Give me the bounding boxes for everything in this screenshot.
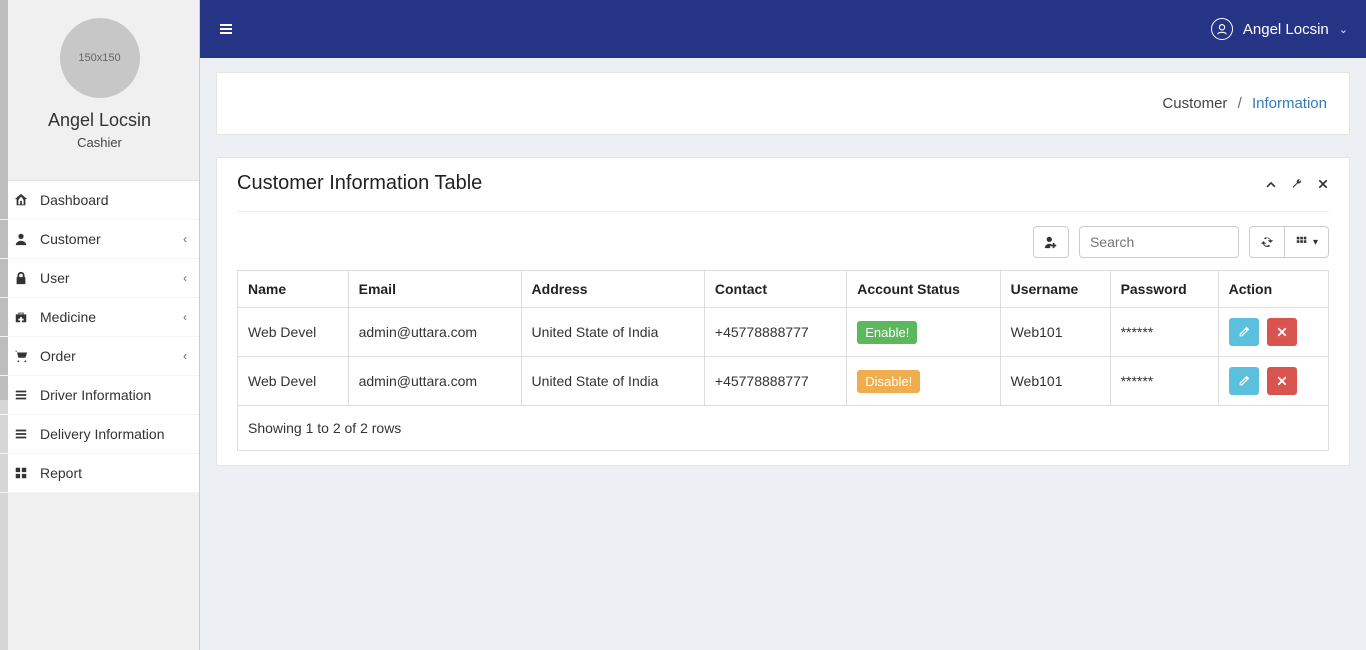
sidebar-item-delivery-information[interactable]: Delivery Information	[0, 415, 199, 454]
cell-username: Web101	[1000, 357, 1110, 406]
status-badge[interactable]: Enable!	[857, 321, 917, 344]
sidebar: 150x150 Angel Locsin Cashier Dashboard C…	[0, 0, 200, 650]
cell-email: admin@uttara.com	[348, 357, 521, 406]
chevron-left-icon: ‹	[183, 232, 187, 246]
sidebar-item-label: User	[40, 270, 70, 286]
columns-button[interactable]: ▾	[1285, 226, 1329, 258]
sidebar-item-label: Order	[40, 348, 76, 364]
table-footer-text: Showing 1 to 2 of 2 rows	[248, 420, 401, 436]
table-row: Web Devel admin@uttara.com United State …	[238, 308, 1329, 357]
person-icon	[14, 232, 32, 246]
col-account-status[interactable]: Account Status	[847, 271, 1000, 308]
sidebar-item-label: Customer	[40, 231, 101, 247]
cell-status: Disable!	[847, 357, 1000, 406]
hamburger-icon[interactable]	[218, 21, 234, 37]
refresh-button[interactable]	[1249, 226, 1285, 258]
chevron-down-icon: ⌄	[1339, 23, 1348, 36]
chevron-left-icon: ‹	[183, 310, 187, 324]
breadcrumb-current[interactable]: Information	[1252, 95, 1327, 112]
cell-address: United State of India	[521, 308, 704, 357]
add-user-button[interactable]	[1033, 226, 1069, 258]
sidebar-item-label: Medicine	[40, 309, 96, 325]
wrench-icon[interactable]	[1291, 178, 1303, 190]
sidebar-item-order[interactable]: Order ‹	[0, 337, 199, 376]
breadcrumb-parent[interactable]: Customer	[1162, 95, 1227, 112]
cell-address: United State of India	[521, 357, 704, 406]
sidebar-item-label: Dashboard	[40, 192, 109, 208]
delete-button[interactable]	[1267, 318, 1297, 346]
sidebar-item-driver-information[interactable]: Driver Information	[0, 376, 199, 415]
col-password[interactable]: Password	[1110, 271, 1218, 308]
chevron-left-icon: ‹	[183, 271, 187, 285]
home-icon	[14, 193, 32, 207]
sidebar-item-dashboard[interactable]: Dashboard	[0, 181, 199, 220]
user-avatar-icon	[1211, 18, 1233, 40]
col-username[interactable]: Username	[1000, 271, 1110, 308]
collapse-icon[interactable]	[1265, 178, 1277, 190]
table-row: Web Devel admin@uttara.com United State …	[238, 357, 1329, 406]
col-email[interactable]: Email	[348, 271, 521, 308]
breadcrumb-separator: /	[1238, 95, 1242, 112]
sidebar-item-user[interactable]: User ‹	[0, 259, 199, 298]
caret-down-icon: ▾	[1313, 237, 1318, 248]
panel-customer-info: Customer Information Table	[216, 157, 1350, 466]
cell-status: Enable!	[847, 308, 1000, 357]
sidebar-item-label: Delivery Information	[40, 426, 165, 442]
sidebar-nav: Dashboard Customer ‹ User ‹ Med	[0, 180, 199, 493]
medkit-icon	[14, 310, 32, 324]
breadcrumb: Customer / Information	[216, 72, 1350, 135]
topbar-user-name: Angel Locsin	[1243, 21, 1329, 38]
avatar-placeholder-text: 150x150	[78, 52, 120, 64]
cell-contact: +45778888777	[704, 357, 846, 406]
status-badge[interactable]: Disable!	[857, 370, 920, 393]
edit-button[interactable]	[1229, 318, 1259, 346]
close-icon[interactable]	[1317, 178, 1329, 190]
user-menu[interactable]: Angel Locsin ⌄	[1211, 18, 1348, 40]
sidebar-item-report[interactable]: Report	[0, 454, 199, 493]
customer-table: Name Email Address Contact Account Statu…	[237, 270, 1329, 406]
cart-icon	[14, 349, 32, 363]
cell-password: ******	[1110, 308, 1218, 357]
panel-title: Customer Information Table	[237, 172, 482, 195]
avatar: 150x150	[60, 18, 140, 98]
sidebar-item-label: Driver Information	[40, 387, 151, 403]
profile-block: 150x150 Angel Locsin Cashier	[0, 0, 199, 160]
search-input[interactable]	[1079, 226, 1239, 258]
table-toolbar: ▾	[217, 226, 1349, 270]
profile-role: Cashier	[10, 135, 189, 150]
panel-divider	[237, 211, 1329, 212]
delete-button[interactable]	[1267, 367, 1297, 395]
table-footer: Showing 1 to 2 of 2 rows	[237, 406, 1329, 451]
cell-action	[1218, 308, 1328, 357]
col-contact[interactable]: Contact	[704, 271, 846, 308]
cell-name: Web Devel	[238, 357, 349, 406]
table-header-row: Name Email Address Contact Account Statu…	[238, 271, 1329, 308]
edit-button[interactable]	[1229, 367, 1259, 395]
list-icon	[14, 388, 32, 402]
col-action[interactable]: Action	[1218, 271, 1328, 308]
topbar: Angel Locsin ⌄	[200, 0, 1366, 58]
sidebar-item-label: Report	[40, 465, 82, 481]
cell-email: admin@uttara.com	[348, 308, 521, 357]
sidebar-item-customer[interactable]: Customer ‹	[0, 220, 199, 259]
list-icon	[14, 427, 32, 441]
sidebar-item-medicine[interactable]: Medicine ‹	[0, 298, 199, 337]
lock-icon	[14, 271, 32, 285]
cell-password: ******	[1110, 357, 1218, 406]
chevron-left-icon: ‹	[183, 349, 187, 363]
col-name[interactable]: Name	[238, 271, 349, 308]
cell-contact: +45778888777	[704, 308, 846, 357]
profile-name: Angel Locsin	[10, 110, 189, 131]
cell-username: Web101	[1000, 308, 1110, 357]
col-address[interactable]: Address	[521, 271, 704, 308]
cell-action	[1218, 357, 1328, 406]
cell-name: Web Devel	[238, 308, 349, 357]
grid-icon	[14, 466, 32, 480]
